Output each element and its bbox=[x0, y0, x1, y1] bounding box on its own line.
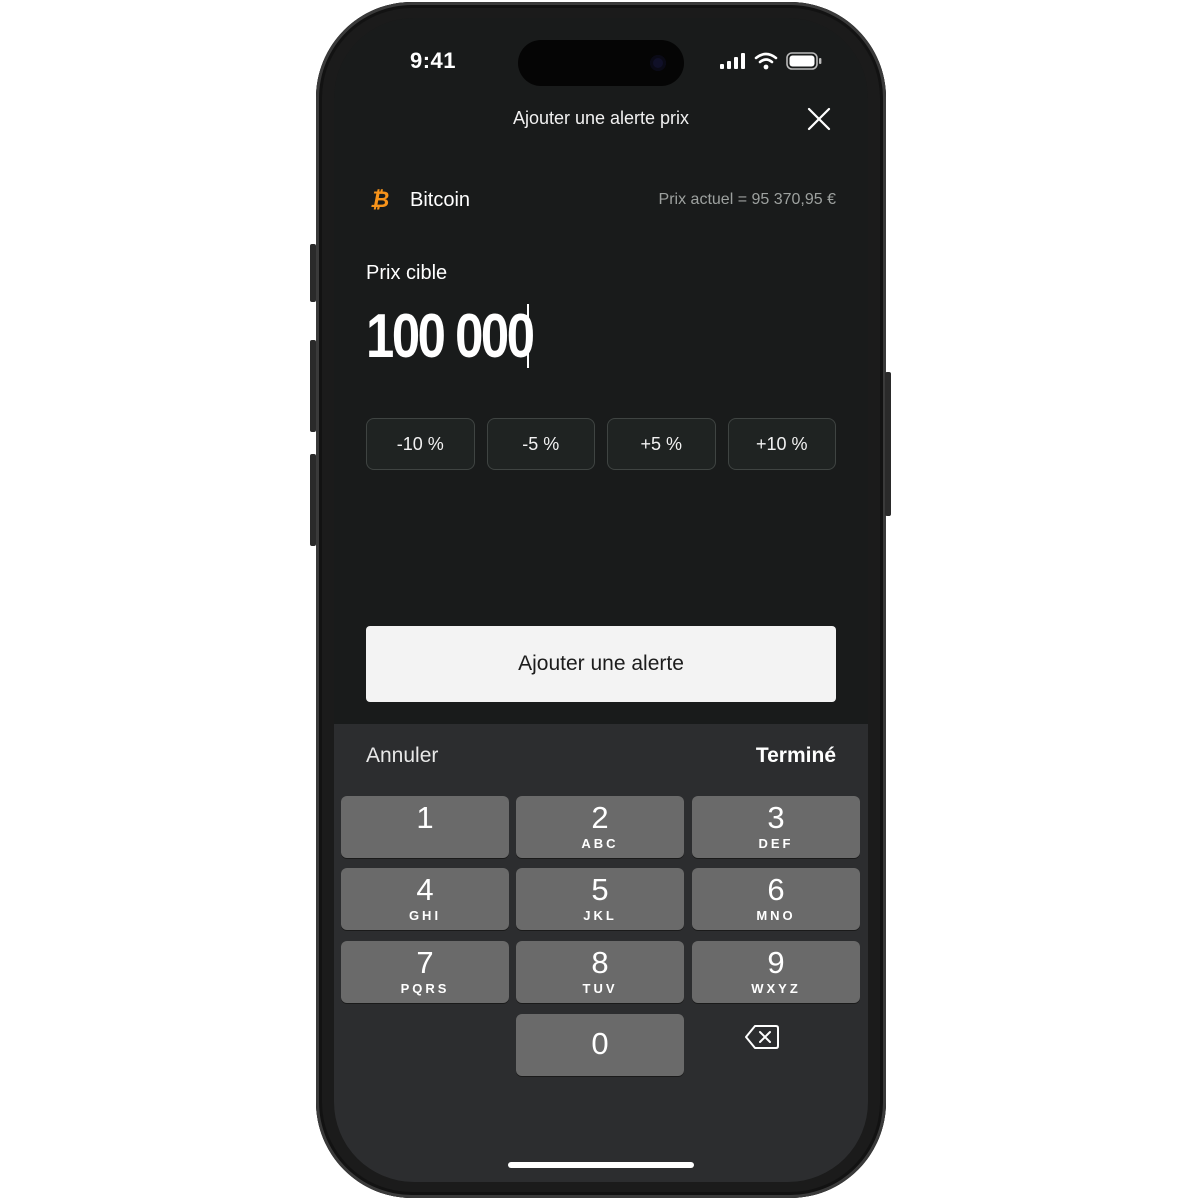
dynamic-island bbox=[518, 40, 684, 86]
bitcoin-icon: ₿ bbox=[370, 187, 390, 212]
backspace-icon bbox=[745, 1025, 779, 1049]
key-letters: WXYZ bbox=[751, 981, 801, 996]
target-price-value: 100 000 bbox=[366, 301, 535, 371]
key-2[interactable]: 2 ABC bbox=[516, 796, 684, 858]
key-digit: 8 bbox=[591, 945, 609, 980]
close-button[interactable] bbox=[804, 104, 834, 134]
target-price-label: Prix cible bbox=[366, 262, 448, 284]
key-digit: 0 bbox=[591, 1026, 609, 1061]
key-3[interactable]: 3 DEF bbox=[692, 796, 860, 858]
key-letters: MNO bbox=[756, 908, 796, 923]
key-9[interactable]: 9 WXYZ bbox=[692, 941, 860, 1003]
minus-5-percent-button[interactable]: -5 % bbox=[486, 418, 595, 470]
camera-icon bbox=[650, 55, 666, 71]
key-0[interactable]: 0 bbox=[516, 1014, 684, 1076]
key-letters: PQRS bbox=[400, 981, 450, 996]
key-8[interactable]: 8 TUV bbox=[516, 941, 684, 1003]
key-5[interactable]: 5 JKL bbox=[516, 868, 684, 930]
sheet-title: Ajouter une alerte prix bbox=[512, 108, 690, 128]
minus-10-percent-button[interactable]: -10 % bbox=[366, 418, 475, 470]
done-button[interactable]: Terminé bbox=[756, 744, 836, 768]
key-4[interactable]: 4 GHI bbox=[341, 868, 509, 930]
volume-down-button bbox=[310, 454, 316, 546]
plus-10-percent-button[interactable]: +10 % bbox=[727, 418, 836, 470]
key-digit: 5 bbox=[591, 872, 609, 907]
keyboard-toolbar: Annuler Terminé bbox=[334, 724, 868, 788]
status-icons bbox=[720, 52, 822, 70]
backspace-key[interactable] bbox=[744, 1024, 804, 1060]
key-digit: 9 bbox=[767, 945, 785, 980]
cancel-button[interactable]: Annuler bbox=[366, 744, 438, 768]
key-digit: 6 bbox=[767, 872, 785, 907]
key-letters: JKL bbox=[583, 908, 617, 923]
percent-adjust-row: -10 % -5 % +5 % +10 % bbox=[366, 418, 836, 470]
key-digit: 1 bbox=[416, 800, 434, 835]
asset-row: ₿ Bitcoin Prix actuel = 95 370,95 € bbox=[366, 188, 836, 212]
power-button bbox=[885, 372, 891, 516]
key-7[interactable]: 7 PQRS bbox=[341, 941, 509, 1003]
key-6[interactable]: 6 MNO bbox=[692, 868, 860, 930]
key-digit: 2 bbox=[591, 800, 609, 835]
key-digit: 7 bbox=[416, 945, 434, 980]
target-price-input[interactable]: 100 000 bbox=[366, 300, 535, 372]
current-price: Prix actuel = 95 370,95 € bbox=[658, 191, 836, 208]
close-icon bbox=[807, 107, 831, 131]
key-digit: 4 bbox=[416, 872, 434, 907]
asset-name: Bitcoin bbox=[410, 189, 471, 211]
home-indicator bbox=[508, 1162, 694, 1168]
key-letters: DEF bbox=[758, 836, 794, 851]
battery-icon bbox=[786, 52, 822, 70]
action-button bbox=[310, 244, 316, 302]
screen: 9:41 Ajouter une alerte prix ₿ Bitcoin P… bbox=[334, 18, 868, 1182]
status-time: 9:41 bbox=[410, 48, 457, 73]
key-letters: ABC bbox=[581, 836, 619, 851]
key-letters: GHI bbox=[408, 908, 442, 923]
key-1[interactable]: 1 bbox=[341, 796, 509, 858]
volume-up-button bbox=[310, 340, 316, 432]
signal-icon bbox=[720, 53, 745, 69]
key-letters: TUV bbox=[582, 981, 618, 996]
add-alert-button[interactable]: Ajouter une alerte bbox=[366, 626, 836, 702]
wifi-icon bbox=[754, 52, 778, 70]
key-digit: 3 bbox=[767, 800, 785, 835]
plus-5-percent-button[interactable]: +5 % bbox=[607, 418, 716, 470]
